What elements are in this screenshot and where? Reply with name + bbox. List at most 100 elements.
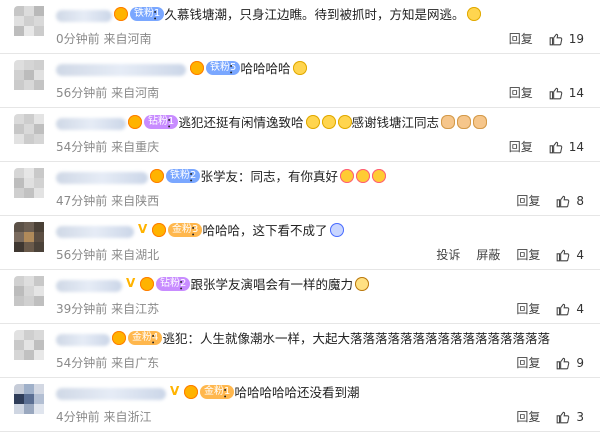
like-button[interactable]: 4 [556, 248, 584, 262]
crown-icon [112, 331, 126, 345]
comment-meta: 0分钟前 来自河南 [56, 32, 152, 46]
like-count: 4 [576, 247, 584, 262]
crown-icon [152, 223, 166, 237]
reply-button[interactable]: 回复 [516, 246, 540, 263]
username-blurred[interactable] [56, 226, 134, 238]
like-button[interactable]: 14 [549, 140, 584, 154]
comment-text-content: ：张学友：同志，有你真好 [188, 169, 339, 184]
vip-badge: V [170, 384, 180, 398]
like-count: 19 [568, 31, 584, 46]
comment-meta: 54分钟前 来自重庆 [56, 140, 160, 154]
reply-button[interactable]: 回复 [516, 408, 540, 425]
avatar[interactable] [14, 276, 48, 310]
vip-badge: V [126, 276, 136, 290]
crown-icon [190, 61, 204, 75]
comment-text-content: ：哈哈哈哈哈还没看到潮 [222, 385, 360, 400]
laugh-cry-emoji-icon [337, 115, 352, 129]
comment-text: ：逃犯：人生就像潮水一样，大起大落落落落落落落落落落落落落落落落 [150, 328, 550, 347]
like-count: 14 [568, 85, 584, 100]
comment-text: ：跟张学友演唱会有一样的魔力 [178, 274, 370, 293]
crown-icon [140, 277, 154, 291]
bear-emoji-icon [355, 277, 370, 291]
reply-button[interactable]: 回复 [516, 354, 540, 371]
like-count: 8 [576, 193, 584, 208]
heart-eyes-emoji-icon [356, 169, 371, 183]
comment-text-content: ：哈哈哈哈 [228, 61, 291, 76]
like-button[interactable]: 19 [549, 32, 584, 46]
like-count: 14 [568, 139, 584, 154]
avatar[interactable] [14, 114, 48, 148]
thumbs-up-icon [549, 141, 562, 153]
avatar[interactable] [14, 168, 48, 202]
crown-icon [114, 7, 128, 21]
comment-actions: 回复 19 [509, 30, 584, 47]
comment-text-content: ：逃犯：人生就像潮水一样，大起大落落落落落落落落落落落落落落落落 [150, 331, 551, 346]
username-blurred[interactable] [56, 64, 186, 76]
comment-actions: 回复 14 [509, 84, 584, 101]
like-button[interactable]: 14 [549, 86, 584, 100]
reply-button[interactable]: 回复 [509, 30, 533, 47]
comment-item: 铁粉2 ：张学友：同志，有你真好 47分钟前 来自陕西 回复 8 [0, 162, 600, 216]
comment-item: V 钻粉2 ：跟张学友演唱会有一样的魔力 39分钟前 来自江苏 回复 4 [0, 270, 600, 324]
thumbs-up-icon [549, 87, 562, 99]
username-blurred[interactable] [56, 10, 112, 22]
thumbs-up-icon [557, 303, 570, 315]
like-button[interactable]: 3 [556, 410, 584, 424]
comment-text: ：哈哈哈哈哈还没看到潮 [222, 382, 360, 401]
comment-item: 铁粉5 ：哈哈哈哈 56分钟前 来自河南 回复 14 [0, 54, 600, 108]
username-blurred[interactable] [56, 118, 126, 130]
avatar[interactable] [14, 330, 48, 364]
like-count: 9 [576, 355, 584, 370]
heart-eyes-emoji-icon [372, 169, 387, 183]
comment-text-continued: 感谢钱塘江同志 [351, 115, 440, 130]
laugh-cry-emoji-icon [305, 115, 320, 129]
vip-badge: V [138, 222, 148, 236]
reply-button[interactable]: 回复 [516, 192, 540, 209]
username-blurred[interactable] [56, 172, 148, 184]
like-button[interactable]: 8 [556, 194, 584, 208]
username-blurred[interactable] [56, 280, 122, 292]
comment-text: ：久慕钱塘潮，只身江边瞧。待到被抓时，方知是网逃。 [152, 4, 481, 23]
thumbs-up-icon [557, 357, 570, 369]
reply-button[interactable]: 回复 [509, 138, 533, 155]
laugh-cry-emoji-icon [321, 115, 336, 129]
pray-emoji-icon [457, 115, 472, 129]
thumbs-up-icon [557, 411, 570, 423]
avatar[interactable] [14, 384, 48, 418]
like-button[interactable]: 4 [556, 302, 584, 316]
pray-emoji-icon [473, 115, 488, 129]
comment-item: 金粉4 ：逃犯：人生就像潮水一样，大起大落落落落落落落落落落落落落落落落 54分… [0, 324, 600, 378]
comment-actions: 回复 8 [516, 192, 584, 209]
comment-item: 钻粉1 ：逃犯还挺有闲情逸致哈 感谢钱塘江同志 54分钟前 来自重庆 回复 14 [0, 108, 600, 162]
comment-actions: 回复 4 [516, 300, 584, 317]
avatar[interactable] [14, 6, 48, 40]
comment-meta: 4分钟前 来自浙江 [56, 410, 152, 424]
comment-actions: 回复 3 [516, 408, 584, 425]
comment-actions: 投诉 屏蔽 回复 4 [436, 246, 584, 263]
thumbs-up-icon [557, 249, 570, 261]
username-blurred[interactable] [56, 334, 110, 346]
comment-item: 铁粉1 ：久慕钱塘潮，只身江边瞧。待到被抓时，方知是网逃。 0分钟前 来自河南 … [0, 0, 600, 54]
avatar[interactable] [14, 60, 48, 94]
heart-eyes-emoji-icon [340, 169, 355, 183]
comment-meta: 56分钟前 来自河南 [56, 86, 160, 100]
comment-meta: 47分钟前 来自陕西 [56, 194, 160, 208]
comment-item: V 金粉3 ：哈哈哈，这下看不成了 56分钟前 来自湖北 投诉 屏蔽 回复 4 [0, 216, 600, 270]
comment-text: ：张学友：同志，有你真好 [188, 166, 387, 185]
comment-meta: 56分钟前 来自湖北 [56, 248, 160, 262]
comment-text-content: ：久慕钱塘潮，只身江边瞧。待到被抓时，方知是网逃。 [152, 7, 465, 22]
username-blurred[interactable] [56, 388, 166, 400]
block-button[interactable]: 屏蔽 [476, 246, 500, 263]
like-button[interactable]: 9 [556, 356, 584, 370]
pray-emoji-icon [441, 115, 456, 129]
report-button[interactable]: 投诉 [436, 246, 460, 263]
comment-text-content: ：跟张学友演唱会有一样的魔力 [178, 277, 354, 292]
comment-meta: 39分钟前 来自江苏 [56, 302, 160, 316]
reply-button[interactable]: 回复 [516, 300, 540, 317]
like-count: 4 [576, 301, 584, 316]
reply-button[interactable]: 回复 [509, 84, 533, 101]
avatar[interactable] [14, 222, 48, 256]
comment-actions: 回复 9 [516, 354, 584, 371]
comment-actions: 回复 14 [509, 138, 584, 155]
comment-meta: 54分钟前 来自广东 [56, 356, 160, 370]
